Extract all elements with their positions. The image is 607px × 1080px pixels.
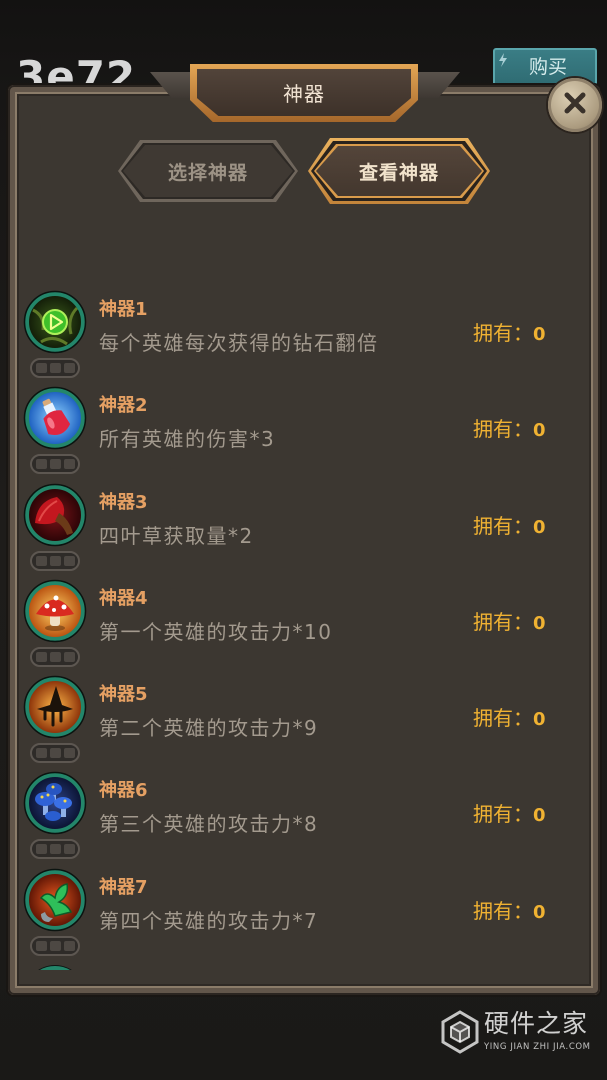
tab-select-artifact-label: 选择神器 <box>167 161 248 184</box>
owned-value: 0 <box>533 805 546 827</box>
owned-value: 0 <box>533 516 546 538</box>
owned-label: 拥有： <box>473 321 533 345</box>
level-pill <box>30 839 80 860</box>
tab-select-artifact[interactable]: 选择神器 <box>118 140 298 202</box>
owned-count: 拥有：0 <box>473 514 546 540</box>
close-button[interactable] <box>548 78 602 132</box>
owned-count: 拥有：0 <box>473 706 546 732</box>
artifact-name: 神器6 <box>99 780 148 802</box>
owned-label: 拥有： <box>473 513 533 538</box>
owned-count: 拥有：0 <box>473 899 546 925</box>
artifact-icon-partial <box>23 964 87 970</box>
watermark-site: YING JIAN ZHI JIA.COM <box>484 1042 591 1052</box>
artifact-description: 所有英雄的伤害*3 <box>99 427 276 452</box>
artifact-name: 神器2 <box>99 395 148 417</box>
artifact-panel: 选择神器 查看神器 神器1 每个英雄每次获得的钻石翻倍 拥有：0 神器2 所有英… <box>8 85 600 995</box>
lightning-icon <box>498 52 508 67</box>
plant-icon <box>23 868 87 932</box>
mushroom-icon <box>23 579 87 643</box>
red-horn-icon <box>23 483 87 547</box>
artifact-name: 神器4 <box>99 587 148 609</box>
artifact-row[interactable]: 神器7 第四个英雄的攻击力*7 拥有：0 <box>20 866 590 962</box>
owned-value: 0 <box>533 612 546 634</box>
level-pill <box>30 646 80 667</box>
artifact-row[interactable]: 神器3 四叶草获取量*2 拥有：0 <box>20 481 590 577</box>
owned-value: 0 <box>533 901 546 923</box>
artifact-row[interactable]: 神器1 每个英雄每次获得的钻石翻倍 拥有：0 <box>20 288 590 384</box>
artifact-row[interactable]: 神器6 第三个英雄的攻击力*8 拥有：0 <box>20 769 590 865</box>
artifact-row[interactable]: 神器4 第一个英雄的攻击力*10 拥有：0 <box>20 577 590 673</box>
owned-count: 拥有：0 <box>473 610 546 636</box>
owned-value: 0 <box>533 709 546 731</box>
close-icon <box>563 91 587 119</box>
hexagon-cube-logo <box>440 1010 480 1054</box>
artifact-description: 第一个英雄的攻击力*10 <box>99 619 333 644</box>
owned-count: 拥有：0 <box>473 321 546 347</box>
level-pill <box>30 550 80 571</box>
artifact-row[interactable]: 神器2 所有英雄的伤害*3 拥有：0 <box>20 384 590 480</box>
artifact-list[interactable]: 神器1 每个英雄每次获得的钻石翻倍 拥有：0 神器2 所有英雄的伤害*3 拥有：… <box>20 288 590 970</box>
artifact-description: 四叶草获取量*2 <box>99 523 254 548</box>
witch-hat-icon <box>23 675 87 739</box>
play-gem-icon <box>23 290 87 354</box>
owned-count: 拥有：0 <box>473 417 546 443</box>
owned-label: 拥有： <box>473 802 533 827</box>
level-pill <box>30 454 80 475</box>
artifact-description: 第二个英雄的攻击力*9 <box>99 716 319 741</box>
owned-label: 拥有： <box>473 706 533 731</box>
owned-label: 拥有： <box>473 898 533 923</box>
potion-icon <box>23 386 87 450</box>
artifact-name: 神器1 <box>99 299 148 320</box>
blue-mushrooms-icon <box>23 771 87 835</box>
owned-count: 拥有：0 <box>473 802 546 828</box>
artifact-description: 第四个英雄的攻击力*7 <box>99 908 319 933</box>
owned-value: 0 <box>533 324 546 345</box>
level-pill <box>30 358 80 378</box>
artifact-name: 神器5 <box>99 684 148 706</box>
artifact-name: 神器7 <box>99 876 148 898</box>
panel-title: 神器 <box>283 81 325 106</box>
level-pill <box>30 935 80 956</box>
owned-value: 0 <box>533 420 546 442</box>
owned-label: 拥有： <box>473 609 533 634</box>
artifact-row-partial[interactable] <box>20 962 590 970</box>
owned-label: 拥有： <box>473 417 533 442</box>
level-pill <box>30 743 80 764</box>
buy-button-label: 购买 <box>528 56 567 78</box>
tab-view-artifact[interactable]: 查看神器 <box>308 138 490 204</box>
artifact-name: 神器3 <box>99 491 148 513</box>
artifact-description: 每个英雄每次获得的钻石翻倍 <box>99 331 379 355</box>
watermark-brand: 硬件之家 <box>484 1009 589 1038</box>
artifact-row[interactable]: 神器5 第二个英雄的攻击力*9 拥有：0 <box>20 673 590 769</box>
artifact-description: 第三个英雄的攻击力*8 <box>99 812 319 837</box>
tab-view-artifact-label: 查看神器 <box>358 161 439 184</box>
